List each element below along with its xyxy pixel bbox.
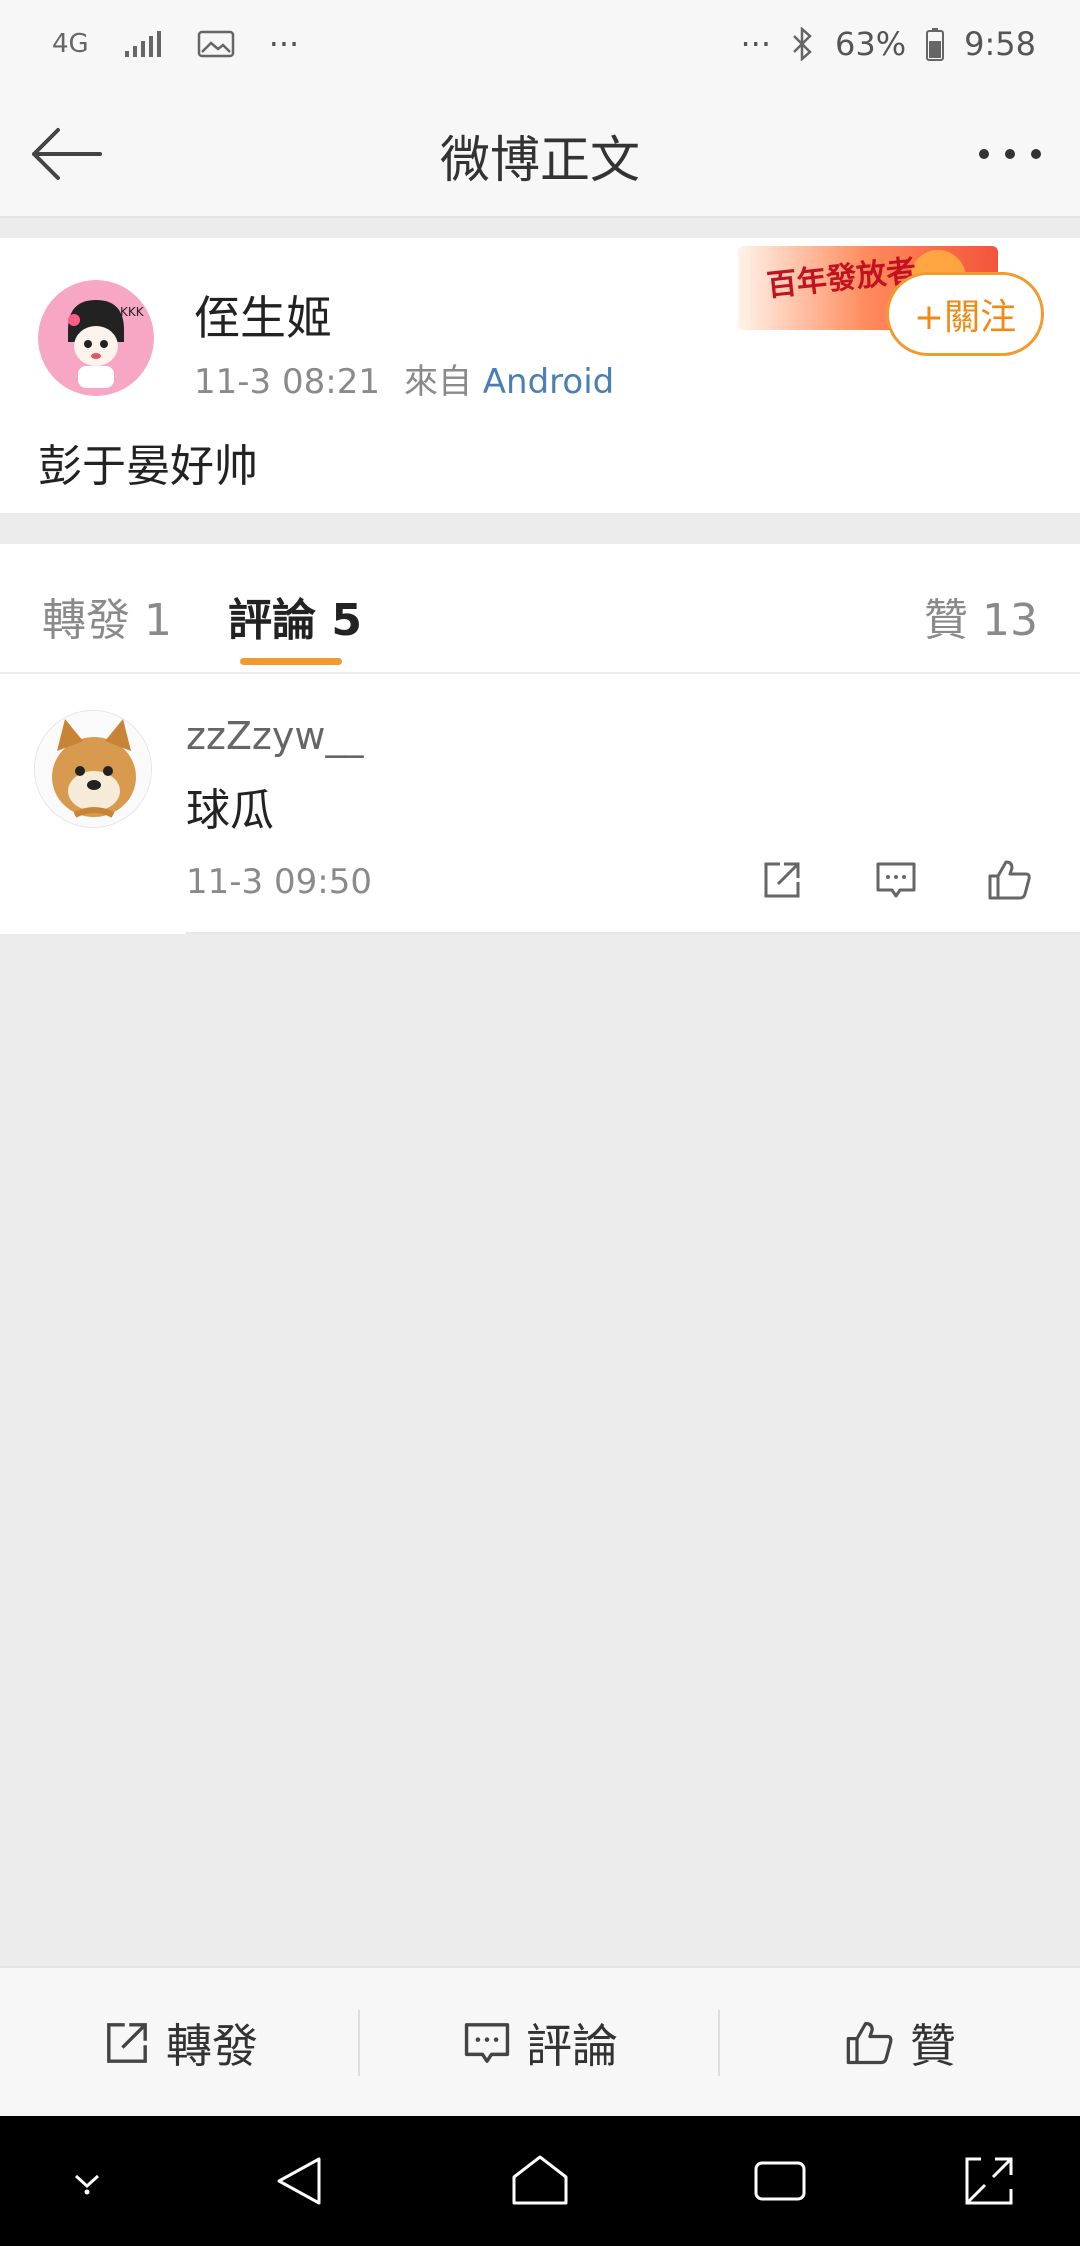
comment-user[interactable]: zzZzyw__ [186, 714, 363, 758]
follow-button[interactable]: +關注 [886, 272, 1044, 356]
signal-icon [123, 22, 163, 66]
like-button[interactable]: 贊 [720, 1968, 1080, 2118]
comment-like-button[interactable] [980, 850, 1040, 910]
nav-dropdown-icon[interactable] [52, 2146, 122, 2216]
share-icon [764, 862, 800, 898]
post-text: 彭于晏好帅 [38, 441, 258, 492]
like-label: 贊 [910, 2019, 956, 2073]
share-icon [107, 2023, 147, 2063]
bluetooth-icon [791, 22, 815, 66]
nav-home-icon[interactable] [505, 2146, 575, 2216]
like-icon [988, 860, 1031, 900]
image-icon [197, 22, 235, 66]
nav-recent-icon[interactable] [745, 2146, 815, 2216]
comment-text: 球瓜 [186, 785, 274, 836]
comment-reply-button[interactable] [866, 850, 926, 910]
post-tabs: 轉發 1 評論 5 贊 13 [0, 544, 1080, 674]
comment-icon [464, 2023, 510, 2063]
comment-time: 11-3 09:50 [186, 862, 372, 902]
tab-like[interactable]: 贊 13 [924, 584, 1038, 648]
active-tab-indicator [240, 658, 342, 665]
comment-avatar[interactable] [34, 710, 152, 828]
post-card: KKK 侄生姬 11-3 08:21 來自 Android 百年發放者 +關注 彭… [0, 238, 1080, 513]
clock: 9:58 [964, 25, 1036, 63]
page-title: 微博正文 [440, 131, 640, 189]
battery-percent: 63% [835, 25, 907, 63]
post-author[interactable]: 侄生姬 [194, 282, 332, 348]
navigation-bar: 微博正文 [0, 90, 1080, 218]
post-source-link[interactable]: Android [483, 362, 614, 402]
more-dots-icon [979, 149, 1041, 159]
system-navigation-bar [0, 2116, 1080, 2246]
status-bar: 4G ··· ··· 63% 9:58 [0, 0, 1080, 90]
more-button[interactable] [960, 124, 1060, 184]
nav-rotate-icon[interactable] [954, 2146, 1024, 2216]
post-source-prefix: 來自 [403, 362, 472, 402]
nav-back-icon[interactable] [264, 2146, 334, 2216]
comment-item: zzZzyw__ 球瓜 11-3 09:50 [0, 674, 1080, 934]
comment-label: 評論 [526, 2019, 618, 2073]
comment-divider [186, 932, 1080, 934]
more-notifications: ··· [268, 25, 300, 63]
comment-icon [876, 862, 916, 898]
post-time: 11-3 08:21 [194, 362, 380, 402]
battery-icon [926, 22, 945, 66]
avatar[interactable]: KKK [38, 280, 154, 396]
more-status: ··· [740, 25, 772, 63]
tab-repost[interactable]: 轉發 1 [42, 584, 172, 648]
repost-button[interactable]: 轉發 [0, 1968, 360, 2118]
tab-comment[interactable]: 評論 5 [228, 584, 362, 648]
repost-label: 轉發 [166, 2019, 258, 2073]
post-meta: 11-3 08:21 來自 Android [194, 354, 614, 403]
like-icon [846, 2021, 893, 2065]
comment-button[interactable]: 評論 [360, 1968, 720, 2118]
comment-share-button[interactable] [752, 850, 812, 910]
svg-text:KKK: KKK [120, 305, 145, 319]
bottom-action-bar: 轉發 評論 贊 [0, 1966, 1080, 2116]
network-type: 4G [52, 29, 89, 59]
